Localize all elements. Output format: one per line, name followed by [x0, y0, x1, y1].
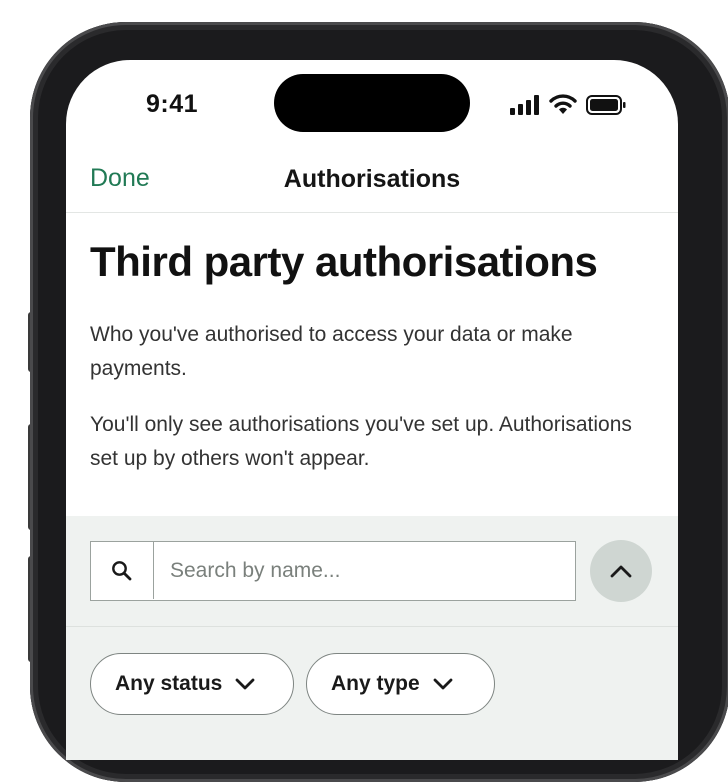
filter-panel: Any status Any type — [66, 516, 678, 760]
chevron-down-icon — [433, 678, 453, 690]
collapse-filters-button[interactable] — [590, 540, 652, 602]
status-filter-dropdown[interactable]: Any status — [90, 653, 294, 715]
wifi-icon — [549, 94, 577, 114]
page-title: Third party authorisations — [90, 238, 598, 285]
page-description-visibility: You'll only see authorisations you've se… — [90, 413, 632, 470]
chevron-up-icon — [610, 565, 632, 578]
type-filter-dropdown[interactable]: Any type — [306, 653, 495, 715]
status-time: 9:41 — [146, 90, 199, 118]
search-input[interactable] — [154, 542, 572, 599]
signal-icon — [510, 94, 539, 115]
navigation-bar: Done Authorisations — [66, 150, 678, 213]
phone-screen: 9:41 Done Authorisations Third party aut… — [66, 60, 678, 760]
type-filter-label: Any type — [331, 672, 420, 695]
search-icon-cell — [91, 542, 154, 599]
status-bar: 9:41 — [66, 60, 678, 150]
page-description-access: Who you've authorised to access your dat… — [90, 323, 573, 380]
status-icons — [510, 94, 626, 115]
status-filter-label: Any status — [115, 672, 223, 695]
nav-title: Authorisations — [283, 165, 461, 193]
filter-divider — [66, 626, 678, 627]
search-box — [90, 541, 576, 601]
battery-icon — [586, 94, 626, 115]
chevron-down-icon — [235, 678, 255, 690]
search-icon — [112, 560, 132, 580]
dynamic-island — [274, 74, 470, 132]
